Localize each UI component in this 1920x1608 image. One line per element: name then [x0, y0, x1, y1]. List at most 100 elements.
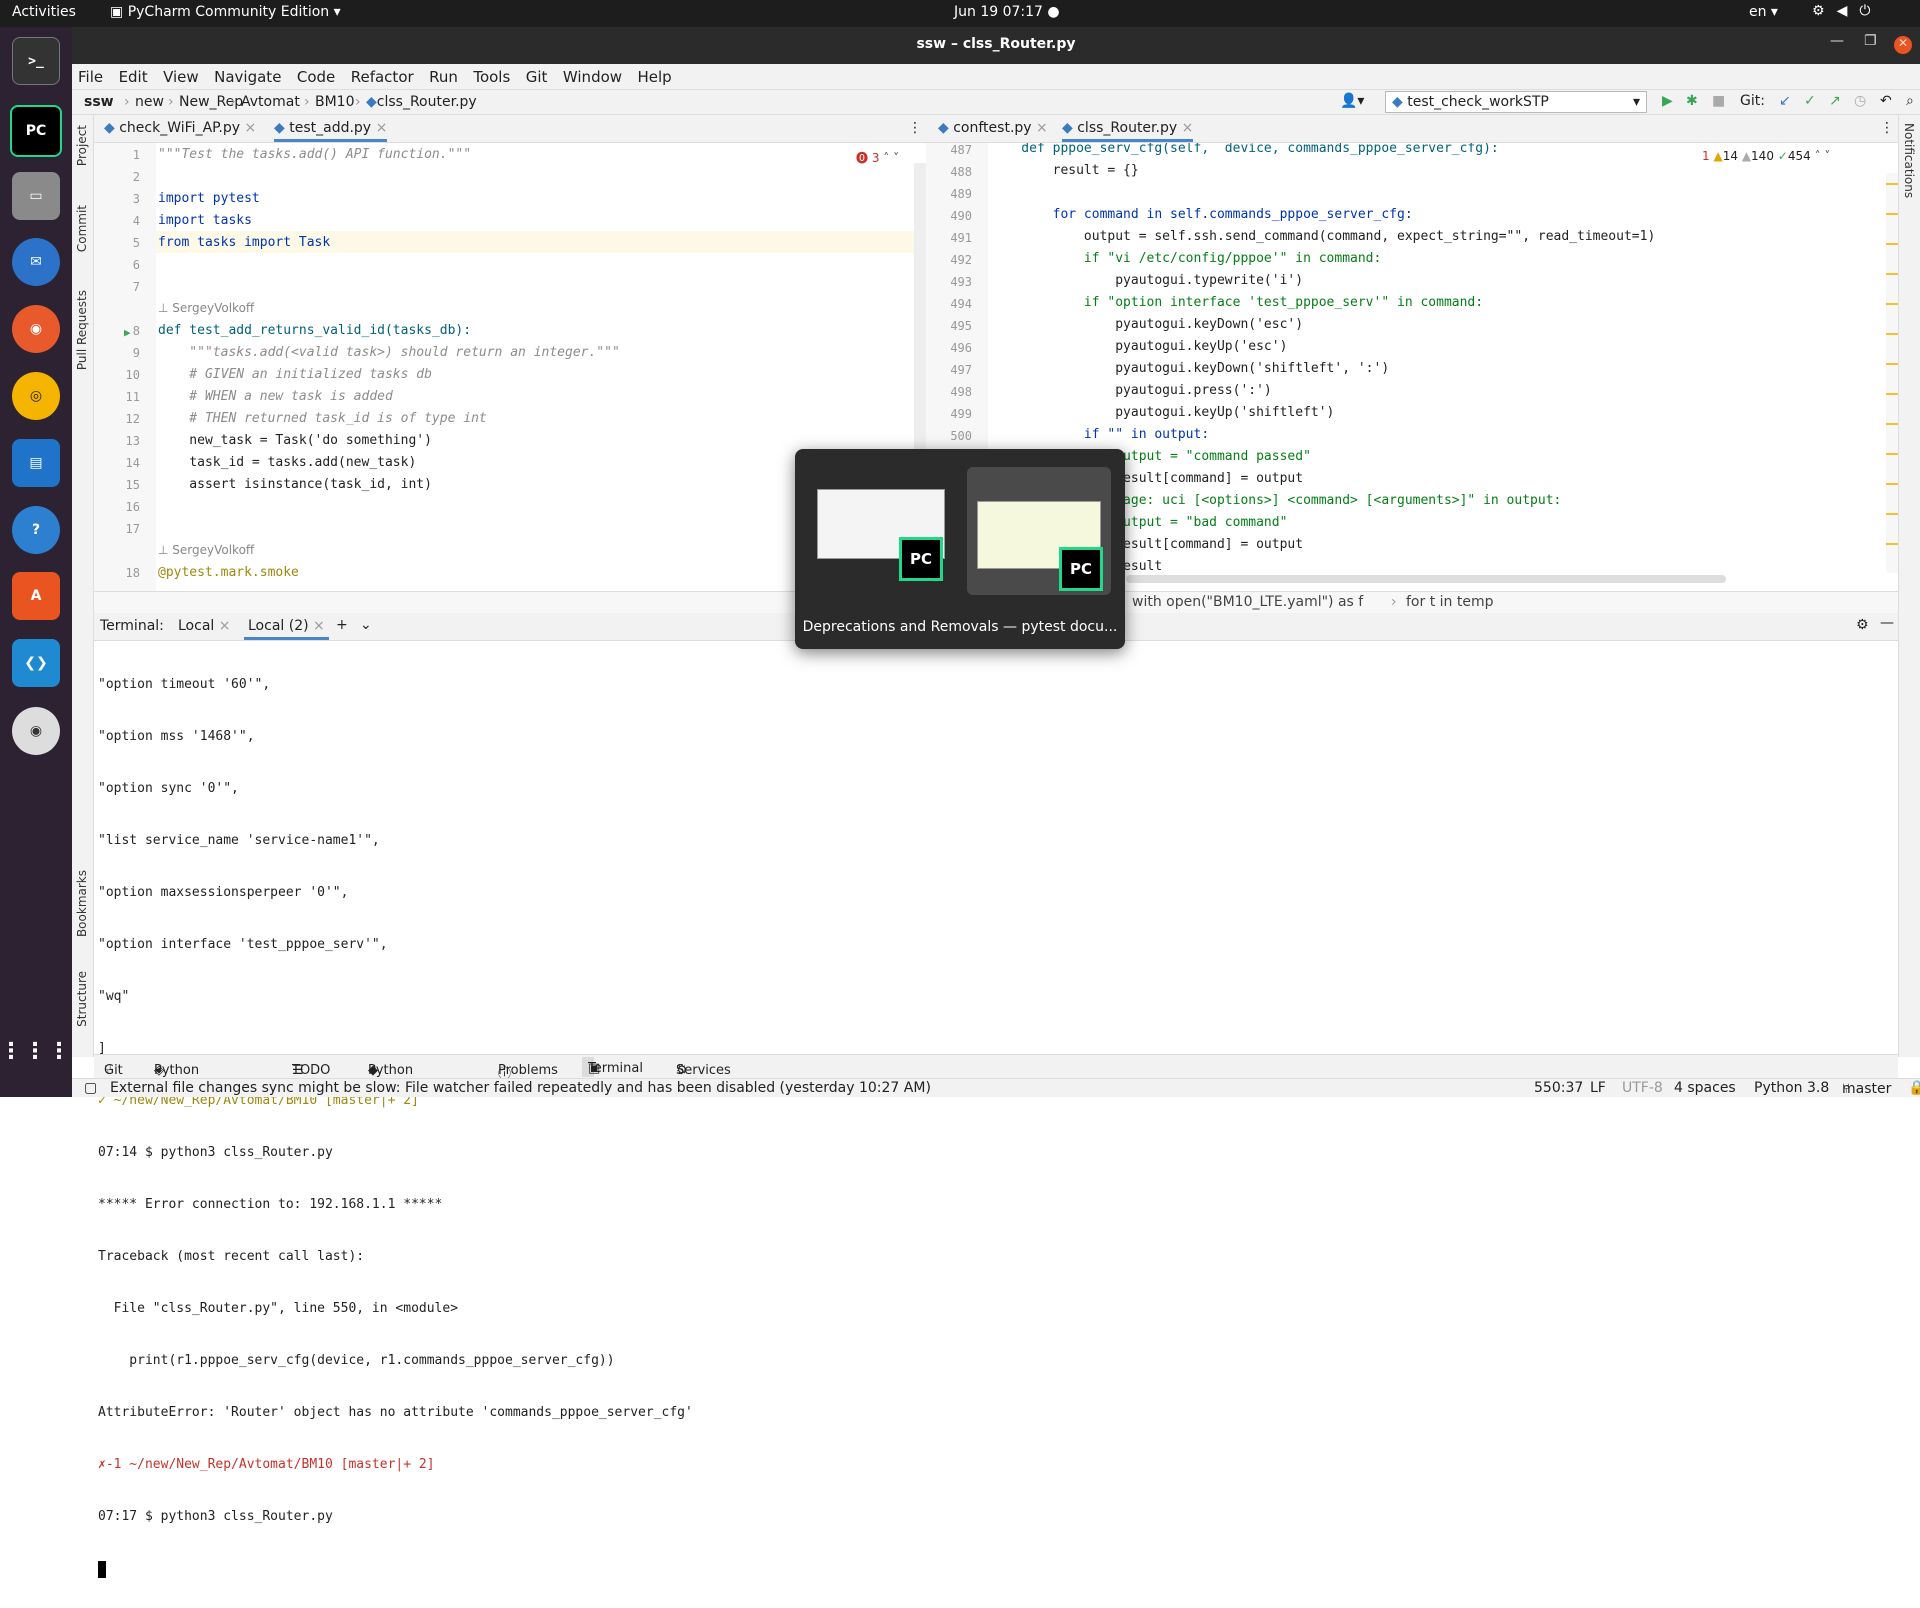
menu-tools[interactable]: Tools	[467, 64, 515, 86]
settings-icon[interactable]: ⚙	[1856, 617, 1869, 633]
menu-git[interactable]: Git	[520, 64, 553, 86]
tab-clss-router[interactable]: ◆ clss_Router.py ×	[1062, 120, 1194, 142]
indent-setting[interactable]: 4 spaces	[1674, 1080, 1736, 1096]
window-thumbnail-2[interactable]: PC	[967, 467, 1111, 595]
commit-tool-tab[interactable]: Commit	[75, 205, 89, 252]
git-rollback-icon[interactable]: ↶	[1880, 93, 1892, 109]
run-icon[interactable]: ▶	[1662, 93, 1673, 109]
breadcrumb-file[interactable]: ◆clss_Router.py	[366, 94, 477, 110]
run-config-selector[interactable]: ◆ test_check_workSTP ▾	[1385, 91, 1647, 113]
window-titlebar: ssw – clss_Router.py — ❐ ✕	[72, 27, 1920, 64]
terminal-output[interactable]: "option timeout '60'", "option mss '1468…	[98, 647, 693, 1608]
terminal-tab-local[interactable]: Local ×	[178, 618, 230, 634]
pycharm-app-icon[interactable]: PC	[10, 105, 62, 157]
close-tab-icon[interactable]: ×	[1036, 120, 1048, 136]
tab-test-add[interactable]: ◆ test_add.py ×	[274, 120, 388, 142]
hide-panel-icon[interactable]: —	[1880, 615, 1894, 631]
firefox-app-icon[interactable]: ◉	[12, 305, 60, 353]
menu-view[interactable]: View	[157, 64, 204, 86]
menu-file[interactable]: File	[72, 64, 108, 86]
left-scrollbar[interactable]	[914, 163, 926, 463]
status-panel-icon[interactable]: ▢	[84, 1080, 97, 1096]
breadcrumb-new[interactable]: new	[135, 94, 164, 110]
language-selector[interactable]: en ▾	[1749, 4, 1778, 20]
menu-help[interactable]: Help	[632, 64, 677, 86]
python-file-icon: ◆	[366, 94, 377, 110]
menu-code[interactable]: Code	[291, 64, 340, 86]
software-app-icon[interactable]: A	[12, 572, 60, 620]
tab-conftest[interactable]: ◆ conftest.py ×	[938, 120, 1048, 136]
author-hint[interactable]: ⊥ SergeyVolkoff	[158, 543, 254, 557]
menu-navigate[interactable]: Navigate	[208, 64, 286, 86]
pull-requests-tool-tab[interactable]: Pull Requests	[75, 290, 89, 370]
error-stripe[interactable]	[1886, 173, 1898, 573]
debug-icon[interactable]: ✱	[1686, 93, 1698, 109]
window-thumbnail-1[interactable]: PC	[809, 467, 953, 595]
menu-run[interactable]: Run	[423, 64, 463, 86]
close-tab-icon[interactable]: ×	[1182, 120, 1194, 136]
close-tab-icon[interactable]: ×	[245, 120, 257, 136]
files-app-icon[interactable]: ▭	[12, 172, 60, 220]
bookmarks-tool-tab[interactable]: Bookmarks	[75, 870, 89, 937]
breadcrumb-ssw[interactable]: ssw	[84, 94, 114, 110]
stop-icon[interactable]: ■	[1712, 93, 1725, 109]
libreoffice-impress-icon[interactable]: ▤	[12, 439, 60, 487]
author-hint[interactable]: ⊥ SergeyVolkoff	[158, 301, 254, 315]
notifications-tool-tab[interactable]: Notifications	[1902, 123, 1916, 198]
app-menu[interactable]: ▣ PyCharm Community Edition ▾	[110, 4, 341, 20]
breadcrumb-avtomat[interactable]: Avtomat	[241, 94, 300, 110]
code-crumb-for[interactable]: for t in temp	[1406, 594, 1493, 610]
project-tool-tab[interactable]: Project	[75, 125, 89, 166]
chevron-down-icon[interactable]: ⌄	[360, 617, 372, 633]
close-icon[interactable]: ✕	[1894, 36, 1912, 54]
file-encoding[interactable]: UTF-8	[1622, 1080, 1663, 1096]
horizontal-scrollbar[interactable]	[1126, 575, 1726, 583]
show-apps-icon[interactable]: ⋮⋮⋮	[0, 1027, 70, 1075]
thunderbird-app-icon[interactable]: ✉	[12, 238, 60, 286]
git-history-icon[interactable]: ◷	[1854, 93, 1866, 109]
tool-tab-terminal[interactable]: ▣ Terminal	[582, 1057, 643, 1077]
terminal-app-icon[interactable]: >_	[12, 37, 60, 85]
tab-check-wifi-ap[interactable]: ◆ check_WiFi_AP.py ×	[104, 120, 256, 136]
git-push-icon[interactable]: ↗	[1829, 93, 1841, 109]
dvd-drive-icon[interactable]: ◉	[12, 707, 60, 755]
lock-icon[interactable]: 🔒	[1908, 1080, 1920, 1096]
status-message[interactable]: External file changes sync might be slow…	[110, 1080, 931, 1096]
menu-edit[interactable]: Edit	[113, 64, 153, 86]
code-crumb-with[interactable]: with open("BM10_LTE.yaml") as f	[1132, 594, 1363, 610]
rhythmbox-app-icon[interactable]: ◎	[12, 372, 60, 420]
help-app-icon[interactable]: ?	[12, 506, 60, 554]
more-tabs-icon[interactable]: ⋮	[1880, 120, 1894, 136]
terminal-tab-local-2[interactable]: Local (2) ×	[244, 618, 329, 640]
breadcrumb-bm10[interactable]: BM10	[315, 94, 355, 110]
account-icon[interactable]: 👤▾	[1340, 93, 1364, 109]
structure-tool-tab[interactable]: Structure	[75, 971, 89, 1027]
close-tab-icon[interactable]: ×	[219, 618, 231, 634]
new-terminal-icon[interactable]: +	[336, 617, 348, 633]
minimize-icon[interactable]: —	[1830, 33, 1844, 49]
terminal-panel[interactable]: Terminal: Local × Local (2) × + ⌄ ⚙ — "o…	[94, 613, 1898, 1578]
python-interpreter[interactable]: Python 3.8	[1754, 1080, 1829, 1096]
more-tabs-icon[interactable]: ⋮	[908, 120, 922, 136]
close-tab-icon[interactable]: ×	[313, 618, 325, 634]
caret-position[interactable]: 550:37	[1534, 1080, 1583, 1096]
search-icon[interactable]: ⌕	[1906, 93, 1914, 109]
navigation-bar: ssw › new › New_Rep › Avtomat › BM10 › ◆…	[72, 90, 1920, 115]
python-file-icon: ◆	[1062, 120, 1073, 136]
line-separator[interactable]: LF	[1590, 1080, 1606, 1096]
notification-dot-icon: ●	[1047, 4, 1060, 20]
error-indicator[interactable]: ⓿ 3 ˄ ˅	[856, 149, 899, 166]
menu-refactor[interactable]: Refactor	[345, 64, 419, 86]
maximize-icon[interactable]: ❐	[1864, 33, 1877, 49]
vscode-app-icon[interactable]: ❮❯	[12, 639, 60, 687]
git-update-icon[interactable]: ↙	[1779, 93, 1791, 109]
git-commit-icon[interactable]: ✓	[1804, 93, 1816, 109]
close-tab-icon[interactable]: ×	[376, 120, 388, 136]
run-gutter-icon[interactable]: ▶	[124, 326, 131, 339]
system-tray[interactable]: ⚙◀⏻	[1812, 3, 1882, 19]
clock[interactable]: Jun 19 07:17 ●	[954, 4, 1060, 20]
inspection-indicators[interactable]: 1 ▲14 ▲140 ✓454 ˄ ˅	[1702, 149, 1830, 163]
menu-window[interactable]: Window	[557, 64, 627, 86]
python-icon: ◆	[1392, 94, 1408, 110]
activities-button[interactable]: Activities	[12, 4, 76, 20]
